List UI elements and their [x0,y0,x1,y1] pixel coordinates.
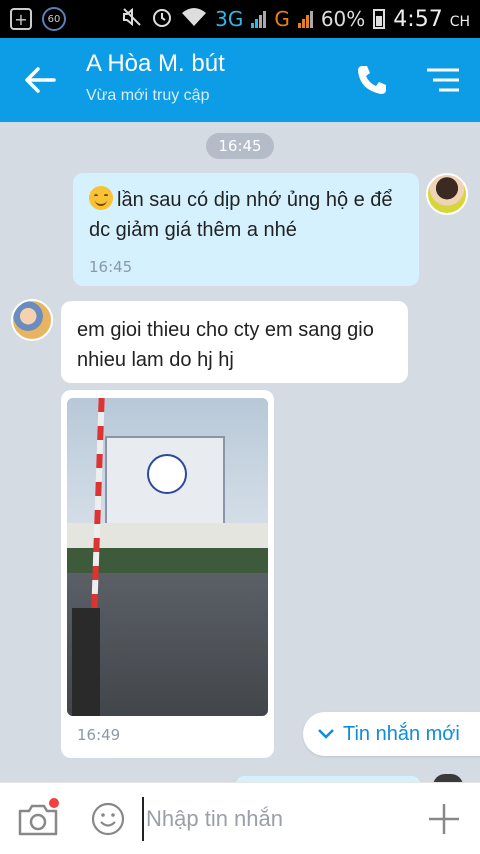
photo-gate-post [72,608,100,716]
clock-suffix: CH [449,13,470,30]
message-text: em gioi thieu cho cty em sang gio nhieu … [77,319,374,371]
alarm-icon [151,6,173,33]
mute-icon [121,6,143,33]
new-message-label: Tin nhắn mới [343,722,460,745]
battery-icon [373,9,386,29]
message-bubble-received[interactable]: em gioi thieu cho cty em sang gio nhieu … [61,301,408,383]
arrow-left-icon [25,67,56,93]
last-seen-status: Vừa mới truy cập [86,87,210,104]
my-avatar[interactable] [426,173,468,215]
message-input-bar [0,782,480,854]
chat-header: A Hòa M. bút Vừa mới truy cập [0,38,480,122]
plus-icon [429,804,459,834]
battery-percent: 60% [320,7,366,31]
contact-name[interactable]: A Hòa M. bút [86,50,225,78]
chat-area[interactable]: 16:45 lần sau có dịp nhớ ủng hộ e để dc … [0,122,480,786]
call-button[interactable] [354,62,390,98]
time-separator: 16:45 [206,133,274,159]
status-bar: + 60 3G G 60% 4:57 CH [0,0,480,38]
emoji-button[interactable] [90,801,126,837]
notification-count-icon: 60 [42,7,66,31]
notification-dot [49,798,59,808]
wifi-icon [181,7,207,32]
signal-1-icon [251,10,267,28]
message-input[interactable] [142,797,402,841]
add-attachment-button[interactable] [424,799,464,839]
new-message-button[interactable]: Tin nhắn mới [303,712,480,756]
message-time: 16:49 [77,726,121,744]
smile-emoji-icon [89,186,113,210]
camera-button[interactable] [16,797,60,841]
clock-time: 4:57 [393,6,443,32]
signal-2-icon [297,10,313,28]
photo-message[interactable]: 16:49 [61,390,274,758]
phone-icon [358,66,386,94]
message-time: 16:45 [89,258,133,276]
network-3g-label: 3G [215,7,244,31]
message-text: lần sau có dịp nhớ ủng hộ e để dc giảm g… [89,185,405,245]
contact-avatar[interactable] [11,299,53,341]
menu-icon [427,68,459,92]
photo-logo [147,454,187,494]
message-bubble-sent[interactable]: lần sau có dịp nhớ ủng hộ e để dc giảm g… [73,173,419,286]
menu-button[interactable] [424,66,462,96]
smiley-icon [91,802,125,836]
message-text-content: lần sau có dịp nhớ ủng hộ e để dc giảm g… [89,189,393,241]
chevron-down-icon [318,729,334,739]
clock: 4:57 CH [393,7,470,32]
photo-image[interactable] [67,398,268,716]
notification-plus-icon: + [10,8,32,30]
back-button[interactable] [20,60,60,100]
network-g-label: G [274,7,290,31]
